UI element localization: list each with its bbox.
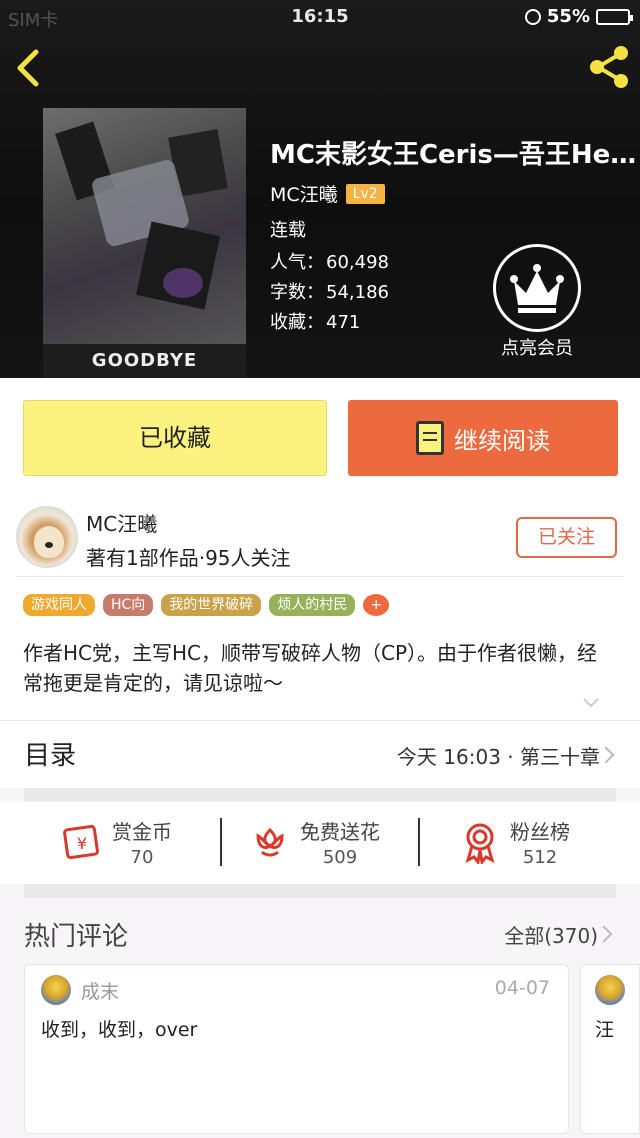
book-status: 连载 <box>270 220 306 241</box>
hot-comments-title: 热门评论 <box>24 922 129 952</box>
book-intro: 作者HC党，主写HC，顺带写破碎人物（CP）。由于作者很懒，经常拖更是肯定的，请… <box>23 641 598 695</box>
continue-reading-button[interactable]: 继续阅读 <box>348 400 618 476</box>
catalog-title: 目录 <box>24 741 77 771</box>
comment-avatar[interactable] <box>595 975 625 1005</box>
follow-button[interactable]: 已关注 <box>516 517 617 558</box>
comment-card[interactable]: 汪 <box>580 964 640 1134</box>
comment-user[interactable]: 成末 <box>81 977 119 1004</box>
stat-favorites-value: 471 <box>326 312 361 333</box>
latest-chapter: 今天 16:03 · 第三十章 <box>396 745 600 769</box>
book-icon <box>416 421 444 455</box>
comment-date: 04-07 <box>494 977 550 999</box>
chevron-right-icon <box>595 925 613 943</box>
tag-list: 游戏同人 HC向 我的世界破碎 烦人的村民 + <box>23 594 390 616</box>
crown-icon <box>493 244 581 332</box>
comment-card[interactable]: 成末 04-07 收到，收到，over <box>24 964 569 1134</box>
divider <box>16 576 624 577</box>
battery-icon <box>596 8 633 25</box>
stat-wordcount: 字数： 54,186 <box>270 278 389 304</box>
share-icon <box>590 46 628 88</box>
divider <box>418 818 420 866</box>
medal-icon <box>465 823 495 864</box>
chevron-left-icon <box>17 49 39 87</box>
catalog-row[interactable]: 目录 今天 16:03 · 第三十章 <box>0 720 640 788</box>
reward-coin-label: 赏金币 <box>112 820 172 844</box>
hot-comments-section: 热门评论 全部(370) 成末 04-07 收到，收到，over 汪 <box>0 898 640 1138</box>
tag-item[interactable]: 烦人的村民 <box>269 594 356 616</box>
red-envelope-icon: ¥ <box>63 824 99 860</box>
comment-avatar[interactable] <box>41 975 71 1005</box>
level-badge: Lv2 <box>345 183 385 204</box>
alarm-icon <box>524 8 541 25</box>
vip-button[interactable]: 点亮会员 <box>492 244 582 359</box>
chevron-right-icon <box>597 746 615 764</box>
flower-icon <box>256 827 284 857</box>
fan-ranking-button[interactable]: 粉丝榜 512 <box>460 816 570 868</box>
continue-reading-label: 继续阅读 <box>454 426 550 455</box>
send-flower-button[interactable]: 免费送花 509 <box>250 816 380 868</box>
send-flower-value: 509 <box>322 847 358 868</box>
back-button[interactable] <box>10 46 50 90</box>
stat-popularity: 人气： 60,498 <box>270 248 389 274</box>
battery-percent: 55% <box>546 6 590 27</box>
stat-favorites-label: 收藏： <box>270 312 324 333</box>
book-cover[interactable]: GOODBYE <box>43 108 246 378</box>
comment-text: 收到，收到，over <box>41 1019 198 1041</box>
book-author[interactable]: MC汪曦 <box>270 180 338 207</box>
book-author-line: MC汪曦 Lv2 <box>270 180 385 207</box>
stat-wordcount-label: 字数： <box>270 282 324 303</box>
tag-item[interactable]: 我的世界破碎 <box>161 594 262 616</box>
tag-item[interactable]: HC向 <box>103 594 154 616</box>
stat-wordcount-value: 54,186 <box>326 282 389 303</box>
vip-label: 点亮会员 <box>501 338 573 359</box>
cover-image <box>43 108 246 344</box>
fan-ranking-value: 512 <box>522 847 558 868</box>
book-title: MC末影女王Ceris—吾王He… <box>270 140 637 170</box>
comment-text: 汪 <box>595 1019 615 1041</box>
send-flower-label: 免费送花 <box>300 820 380 844</box>
section-gap <box>24 884 616 898</box>
section-gap <box>24 788 616 802</box>
tag-item[interactable]: 游戏同人 <box>23 594 95 616</box>
author-summary: 著有1部作品·95人关注 <box>86 546 291 570</box>
all-comments-link[interactable]: 全部(370) <box>504 920 598 949</box>
stat-favorites: 收藏： 471 <box>270 308 360 334</box>
action-row: 已收藏 继续阅读 <box>0 378 640 500</box>
chevron-down-icon[interactable] <box>582 696 600 710</box>
status-right: 55% <box>524 6 633 27</box>
book-header: SIM卡 16:15 55% GOODBYE MC末影女王Ceris—吾王He…… <box>0 0 640 378</box>
reward-stats: ¥ 赏金币 70 免费送花 509 粉丝榜 512 <box>0 802 640 884</box>
stat-popularity-label: 人气： <box>270 252 324 273</box>
stat-popularity-value: 60,498 <box>326 252 389 273</box>
author-section: MC汪曦 著有1部作品·95人关注 已关注 游戏同人 HC向 我的世界破碎 烦人… <box>0 500 640 720</box>
svg-text:¥: ¥ <box>77 834 87 853</box>
fan-ranking-label: 粉丝榜 <box>510 820 570 844</box>
cover-caption: GOODBYE <box>43 344 246 378</box>
reward-coin-button[interactable]: ¥ 赏金币 70 <box>62 816 172 868</box>
author-avatar[interactable] <box>16 506 78 568</box>
divider <box>220 818 222 866</box>
share-button[interactable] <box>586 44 632 90</box>
author-name[interactable]: MC汪曦 <box>86 508 157 537</box>
favorited-button[interactable]: 已收藏 <box>23 400 327 476</box>
reward-coin-value: 70 <box>130 847 154 868</box>
status-bar: SIM卡 16:15 55% <box>0 0 640 34</box>
add-tag-button[interactable]: + <box>363 594 390 616</box>
